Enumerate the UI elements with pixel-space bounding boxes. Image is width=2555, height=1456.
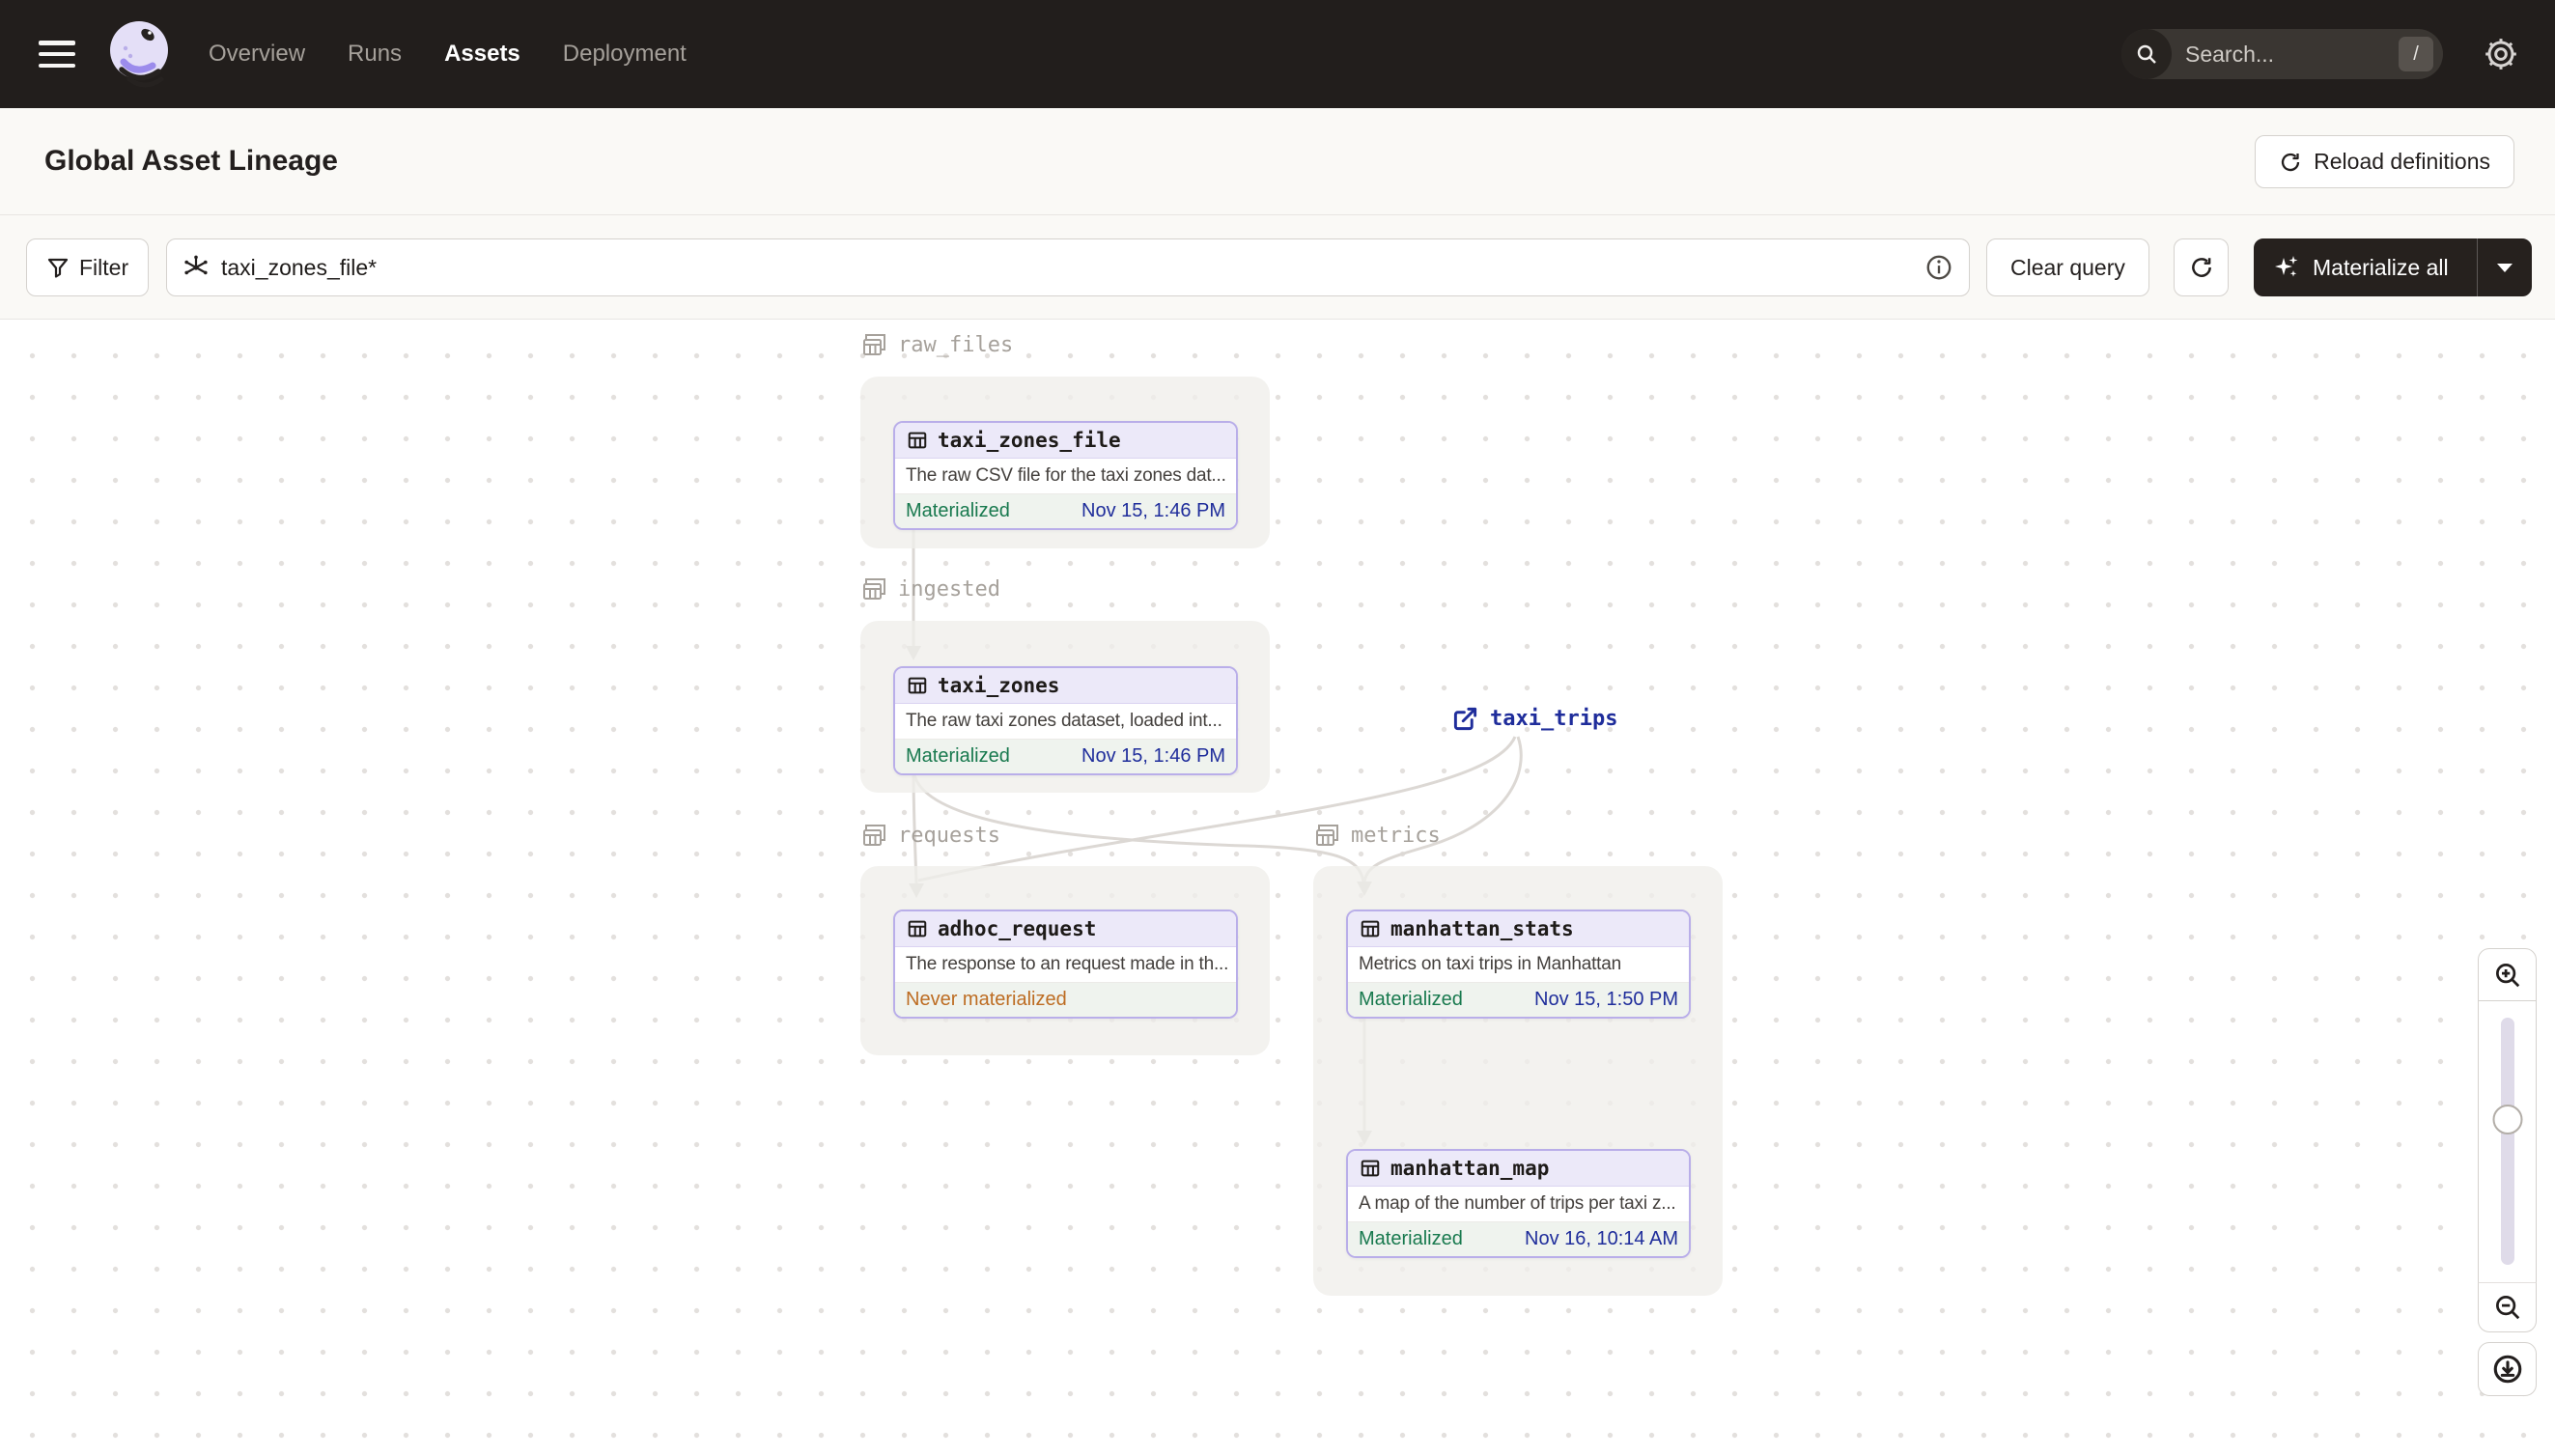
table-icon (908, 432, 927, 449)
asset-status-row: Materialized Nov 15, 1:46 PM (895, 740, 1236, 773)
table-group-icon (1316, 825, 1338, 846)
lineage-toolbar: Filter taxi_zones_file* Clear query Mate… (0, 215, 2555, 320)
status-timestamp: Nov 15, 1:46 PM (1081, 500, 1225, 521)
status-badge: Materialized (1359, 1228, 1463, 1249)
zoom-slider (2478, 1001, 2537, 1282)
reload-definitions-button[interactable]: Reload definitions (2255, 135, 2514, 188)
funnel-icon (47, 258, 69, 278)
status-badge: Never materialized (906, 989, 1067, 1010)
materialize-all-button[interactable]: Materialize all (2254, 238, 2532, 296)
group-label-raw-files[interactable]: raw_files (861, 332, 1013, 357)
filter-button[interactable]: Filter (26, 238, 150, 296)
primary-nav: Overview Runs Assets Deployment (209, 0, 687, 108)
app-root: Overview Runs Assets Deployment Search..… (0, 0, 2555, 1456)
external-asset-taxi-trips[interactable]: taxi_trips (1452, 706, 1617, 732)
materialize-all-main[interactable]: Materialize all (2255, 253, 2477, 282)
asset-description: Metrics on taxi trips in Manhattan (1348, 947, 1689, 983)
table-icon (908, 677, 927, 694)
zoom-slider-thumb[interactable] (2492, 1105, 2522, 1134)
page-title: Global Asset Lineage (44, 145, 338, 177)
settings-gear-icon[interactable] (2482, 35, 2520, 73)
page-header: Global Asset Lineage Reload definitions (0, 108, 2555, 215)
dagster-logo[interactable] (100, 15, 183, 98)
refresh-graph-button[interactable] (2174, 238, 2229, 296)
search-input[interactable]: Search... / (2121, 29, 2443, 79)
zoom-in-icon (2495, 963, 2519, 987)
materialize-dropdown-toggle[interactable] (2478, 238, 2531, 296)
asset-name: manhattan_map (1390, 1157, 1550, 1180)
asset-node-adhoc-request[interactable]: adhoc_request The response to an request… (893, 910, 1238, 1019)
zoom-in-button[interactable] (2478, 948, 2537, 1001)
asset-status-row: Materialized Nov 15, 1:46 PM (895, 494, 1236, 528)
nav-item-runs[interactable]: Runs (348, 41, 402, 68)
asset-node-taxi-zones[interactable]: taxi_zones The raw taxi zones dataset, l… (893, 666, 1238, 775)
status-timestamp: Nov 15, 1:50 PM (1534, 989, 1678, 1010)
search-shortcut-key: / (2399, 37, 2433, 71)
asset-node-manhattan-stats[interactable]: manhattan_stats Metrics on taxi trips in… (1346, 910, 1691, 1019)
top-nav: Overview Runs Assets Deployment Search..… (0, 0, 2555, 108)
refresh-icon (2282, 153, 2300, 171)
zoom-controls (2478, 948, 2537, 1332)
sparkle-icon (2275, 256, 2298, 277)
table-group-icon (863, 578, 885, 600)
status-badge: Materialized (906, 500, 1010, 521)
lineage-canvas[interactable]: raw_files ingested requests metrics taxi… (0, 320, 2555, 1456)
asset-query-input[interactable]: taxi_zones_file* (166, 238, 1970, 296)
asset-description: The raw CSV file for the taxi zones dat.… (895, 459, 1236, 494)
table-group-icon (863, 825, 885, 846)
asset-name: manhattan_stats (1390, 917, 1574, 940)
menu-icon[interactable] (39, 41, 75, 68)
table-icon (908, 920, 927, 938)
download-image-button[interactable] (2478, 1342, 2537, 1396)
asset-status-row: Materialized Nov 16, 10:14 AM (1348, 1222, 1689, 1256)
asset-status-row: Never materialized (895, 983, 1236, 1017)
clear-query-button[interactable]: Clear query (1986, 238, 2149, 296)
asset-status-row: Materialized Nov 15, 1:50 PM (1348, 983, 1689, 1017)
group-label-metrics[interactable]: metrics (1314, 823, 1441, 848)
asset-description: A map of the number of trips per taxi z.… (1348, 1187, 1689, 1222)
group-label-requests[interactable]: requests (861, 823, 1000, 848)
asset-description: The raw taxi zones dataset, loaded int..… (895, 704, 1236, 740)
status-badge: Materialized (906, 745, 1010, 767)
table-icon (1361, 920, 1380, 938)
asset-name: taxi_zones_file (938, 429, 1121, 452)
nav-item-overview[interactable]: Overview (209, 41, 305, 68)
status-badge: Materialized (1359, 989, 1463, 1010)
asset-node-manhattan-map[interactable]: manhattan_map A map of the number of tri… (1346, 1149, 1691, 1258)
zoom-out-icon (2495, 1296, 2519, 1320)
table-icon (1361, 1160, 1380, 1177)
zoom-slider-track[interactable] (2500, 1018, 2514, 1265)
search-placeholder: Search... (2185, 41, 2275, 67)
asset-graph-icon (184, 255, 208, 275)
refresh-icon (2191, 258, 2211, 277)
lineage-edges (906, 530, 1523, 1145)
table-group-icon (863, 334, 885, 355)
nav-item-deployment[interactable]: Deployment (563, 41, 687, 68)
edge-taxi-trips-to-manhattan-stats (1362, 736, 1523, 882)
info-icon[interactable] (1924, 253, 1953, 282)
nav-item-assets[interactable]: Assets (444, 41, 520, 68)
asset-node-taxi-zones-file[interactable]: taxi_zones_file The raw CSV file for the… (893, 421, 1238, 530)
status-timestamp: Nov 16, 10:14 AM (1525, 1228, 1678, 1249)
download-icon (2493, 1355, 2521, 1384)
asset-query-value: taxi_zones_file* (221, 254, 378, 280)
asset-description: The response to an request made in th... (895, 947, 1236, 983)
external-link-icon (1453, 707, 1477, 731)
status-timestamp: Nov 15, 1:46 PM (1081, 745, 1225, 767)
zoom-out-button[interactable] (2478, 1282, 2537, 1332)
group-label-ingested[interactable]: ingested (861, 576, 1000, 602)
asset-name: taxi_zones (938, 674, 1060, 697)
asset-name: adhoc_request (938, 917, 1097, 940)
search-icon (2121, 29, 2172, 79)
chevron-down-icon (2496, 263, 2513, 272)
